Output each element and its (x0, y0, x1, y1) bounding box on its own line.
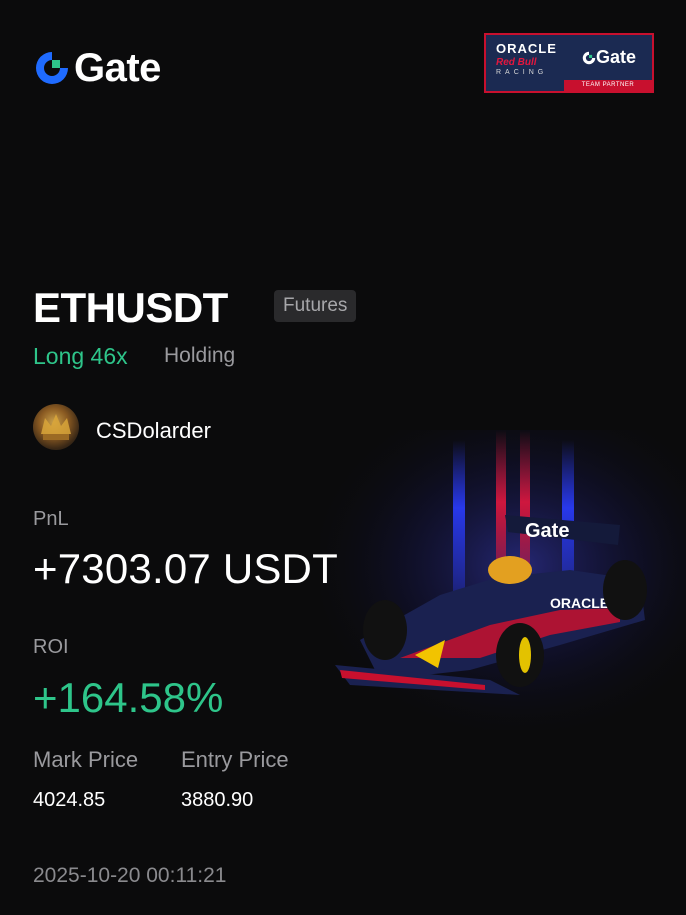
mark-price-value: 4024.85 (33, 789, 106, 811)
entry-price-label: Entry Price (181, 747, 289, 772)
position-status: Holding (164, 344, 236, 367)
svg-text:Gate: Gate (525, 520, 569, 542)
partner-badge: ORACLE Red Bull RACING Gate TEAM PARTNER (484, 33, 654, 93)
svg-text:ORACLE: ORACLE (550, 595, 609, 611)
gate-logo-text: Gate (74, 46, 161, 90)
oracle-text: ORACLE (496, 41, 557, 56)
f1-car-illustration: Gate ORACLE (320, 430, 686, 730)
roi-label: ROI (33, 636, 69, 658)
position-side: Long 46x (33, 343, 128, 369)
mark-price-label: Mark Price (33, 747, 139, 772)
share-card: Gate ORACLE Red Bull RACING Gate TEAM PA… (0, 0, 686, 915)
futures-chip: Futures (274, 290, 357, 322)
entry-price-value: 3880.90 (181, 789, 254, 811)
roi-value: +164.58% (33, 674, 224, 721)
pair-symbol: ETHUSDT (33, 284, 228, 331)
gate-logo-icon (36, 52, 68, 84)
pnl-value: +7303.07 USDT (33, 545, 338, 592)
timestamp: 2025-10-20 00:11:21 (33, 864, 227, 887)
partner-gate-text: Gate (596, 47, 637, 67)
partner-gate-icon (582, 51, 596, 64)
red-bull-text: Red Bull (496, 57, 537, 68)
team-partner-text: TEAM PARTNER (564, 80, 652, 91)
gate-logo: Gate (34, 48, 161, 88)
username: CSDolarder (96, 418, 211, 443)
partner-gate: Gate (582, 47, 636, 68)
pnl-label: PnL (33, 508, 69, 530)
avatar-image (41, 414, 71, 440)
racing-text: RACING (496, 69, 548, 76)
avatar (33, 404, 79, 450)
